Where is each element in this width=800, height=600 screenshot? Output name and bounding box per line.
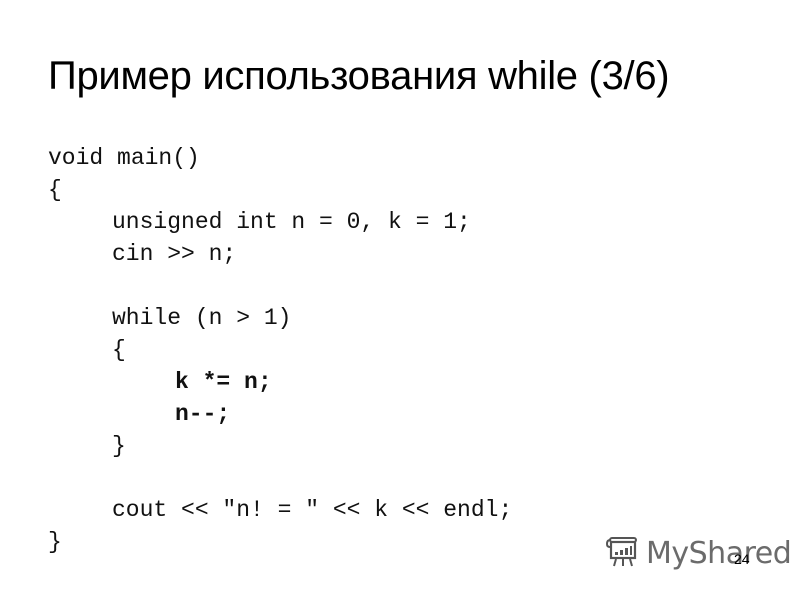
code-line: unsigned int n = 0, k = 1; xyxy=(112,209,471,235)
page-number: 24 xyxy=(734,551,750,567)
code-line-highlighted: n--; xyxy=(175,401,231,427)
code-line: cout << "n! = " << k << endl; xyxy=(112,497,513,523)
code-block: void main() { unsigned int n = 0, k = 1;… xyxy=(48,142,512,558)
slide-title: Пример использования while (3/6) xyxy=(48,54,670,98)
code-line: cin >> n; xyxy=(112,241,237,267)
code-line: } xyxy=(48,529,62,555)
code-line: } xyxy=(112,433,126,459)
code-line: { xyxy=(48,177,62,203)
watermark: MyShared xyxy=(605,534,792,573)
code-line: { xyxy=(112,337,126,363)
watermark-brand: MyShared xyxy=(646,536,792,571)
code-line: while (n > 1) xyxy=(112,305,292,331)
code-line: void main() xyxy=(48,145,200,171)
presentation-board-icon xyxy=(605,534,640,573)
code-line-highlighted: k *= n; xyxy=(175,369,272,395)
